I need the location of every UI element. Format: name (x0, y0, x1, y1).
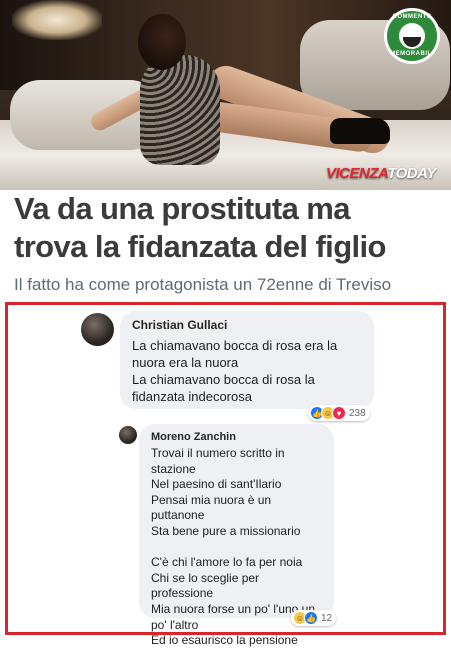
comment-author[interactable]: Christian Gullaci (132, 318, 362, 332)
article-headline: Va da una prostituta ma trova la fidanza… (14, 190, 444, 266)
comment-text: La chiamavano bocca di rosa era la nuora… (132, 338, 338, 404)
reaction-count: 12 (321, 612, 333, 624)
like-icon: 👍 (304, 611, 318, 625)
comments-memorabili-logo: COMMENTS MEMORABILI (384, 8, 440, 64)
brand-part-1: VICENZA (326, 165, 388, 182)
photo-figure-head (138, 14, 186, 70)
love-icon: ♥ (332, 406, 346, 420)
reaction-summary[interactable]: ☺ 👍 12 (291, 610, 337, 626)
comment-bubble: Moreno Zanchin Trovai il numero scritto … (139, 424, 334, 647)
headline-line-2: trova la fidanzata del figlio (14, 229, 386, 264)
article-subtitle: Il fatto ha come protagonista un 72enne … (14, 275, 392, 294)
reaction-summary[interactable]: 👍 ☺ ♥ 238 (308, 405, 370, 421)
reaction-count: 238 (349, 407, 366, 419)
brand-part-2: TODAY (387, 165, 436, 182)
highlighted-comments-frame: Christian Gullaci La chiamavano bocca di… (5, 302, 446, 647)
photo-lamp-glow (12, 0, 102, 40)
badge-bottom-text: MEMORABILI (390, 51, 434, 57)
comment-author[interactable]: Moreno Zanchin (151, 431, 322, 443)
bearded-face-icon (399, 23, 425, 49)
badge-top-text: COMMENTS (392, 14, 432, 20)
photo-shoe (330, 118, 390, 144)
photo-figure-dress (140, 55, 220, 165)
avatar[interactable] (81, 313, 114, 346)
article-photo: COMMENTS MEMORABILI VICENZATODAY (0, 0, 451, 190)
avatar[interactable] (119, 426, 137, 444)
headline-line-1: Va da una prostituta ma (14, 191, 350, 226)
comment-bubble: Christian Gullaci La chiamavano bocca di… (120, 311, 374, 409)
vicenzatoday-logo: VICENZATODAY (326, 165, 436, 182)
